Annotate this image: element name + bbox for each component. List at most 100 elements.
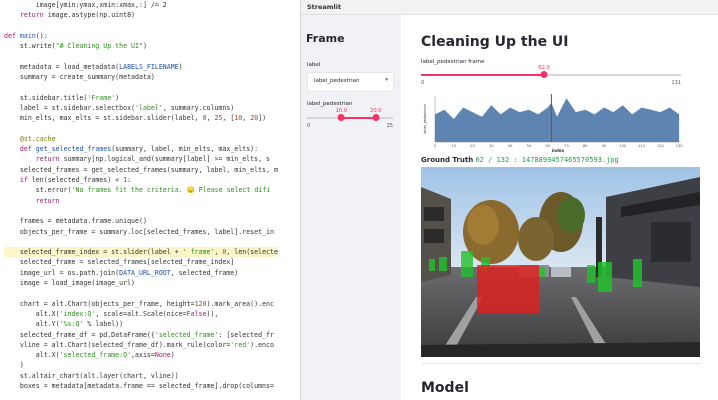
code-token: DATA_URL_ROOT — [119, 268, 171, 277]
code-editor[interactable]: image[ymin:ymax,xmin:xmax,:] /= 2 return… — [0, 0, 301, 400]
code-token: 'red' — [230, 340, 251, 349]
code-line[interactable]: boxes = metadata[metadata.frame == selec… — [4, 381, 278, 391]
code-token: vline = alt.Chart(selected_frame_df).mar… — [4, 340, 231, 349]
area-series — [435, 98, 680, 142]
code-line[interactable]: summary = create_summary(metadata) — [4, 72, 278, 82]
code-line[interactable]: st.write("# Cleaning Up the UI") — [4, 41, 278, 51]
code-token: alt.X( — [4, 309, 60, 318]
code-token: return — [19, 11, 44, 20]
sidebar: Frame label label_pedestrian ▾ label_ped… — [301, 15, 401, 400]
code-line[interactable]: selected_frame = selected_frames[selecte… — [4, 257, 278, 267]
code-line[interactable]: st.error('No frames fit the criteria. 😞 … — [4, 185, 278, 195]
code-token: selected_frame = selected_frames[selecte… — [4, 258, 235, 267]
pedestrian-area-chart: 0 10 20 30 40 50 60 70 80 90 100 110 120 130 index labe… — [423, 94, 684, 153]
label-select-caption: label — [307, 62, 321, 68]
frame-slider-max: 131 — [671, 80, 681, 86]
code-line[interactable]: selected_frame_df = pd.DataFrame({'selec… — [4, 330, 278, 340]
code-token: image.astype(np.uint8) — [43, 11, 136, 20]
code-line[interactable]: vline = alt.Chart(selected_frame_df).mar… — [4, 340, 278, 350]
code-line[interactable]: def main(): — [4, 31, 278, 41]
code-token: )), — [206, 309, 219, 318]
code-line[interactable]: return summary[np.logical_and(summary[la… — [4, 154, 278, 164]
code-line[interactable]: image[ymin:ymax,xmin:xmax,:] /= 2 — [4, 0, 278, 10]
x-tick-label: 60 — [545, 144, 550, 148]
code-token: selected_frames = get_selected_frames(su… — [4, 165, 278, 174]
code-line[interactable]: def get_selected_frames(summary, label, … — [4, 144, 278, 154]
code-line[interactable]: min_elts, max_elts = st.sidebar.slider(l… — [4, 113, 278, 123]
code-text[interactable]: image[ymin:ymax,xmin:xmax,:] /= 2 return… — [4, 0, 278, 391]
code-line[interactable]: frames = metadata.frame.unique() — [4, 216, 278, 226]
code-token: None — [154, 351, 171, 360]
code-token: ) — [170, 351, 175, 360]
code-token: (): — [35, 31, 48, 40]
range-slider[interactable]: 10.0 20.0 0 25 — [307, 108, 393, 133]
code-line[interactable] — [4, 206, 278, 216]
code-line[interactable]: alt.X('selected_frame:Q',axis=None) — [4, 350, 278, 360]
code-line[interactable]: alt.X('index:Q', scale=alt.Scale(nice=Fa… — [4, 309, 278, 319]
code-token: def — [4, 31, 16, 40]
code-line[interactable]: objects_per_frame = summary.loc[selected… — [4, 227, 278, 237]
code-token: summary[np.logical_and(summary[label] >=… — [59, 155, 270, 164]
slider-thumb-high[interactable] — [372, 114, 380, 121]
code-line[interactable] — [4, 237, 278, 247]
code-line[interactable]: alt.Y('%s:Q' % label)) — [4, 319, 278, 329]
code-line[interactable]: selected_frames = get_selected_frames(su… — [4, 165, 278, 175]
code-token: ) — [178, 62, 183, 71]
app-bar-title: Streamlit — [307, 3, 342, 11]
code-line[interactable]: return — [4, 196, 278, 206]
x-tick-label: 10 — [451, 144, 456, 148]
frame-slider[interactable]: 62.0 0 131 — [421, 65, 681, 87]
code-line[interactable]: image = load_image(image_url) — [4, 278, 278, 288]
code-token: label = st.sidebar.selectbox( — [4, 103, 136, 112]
code-token: @st.cache — [4, 134, 56, 143]
code-line[interactable]: chart = alt.Chart(objects_per_frame, hei… — [4, 299, 278, 309]
code-line[interactable]: @st.cache — [4, 134, 278, 144]
code-line[interactable] — [4, 124, 278, 134]
code-token: chart = alt.Chart(objects_per_frame, hei… — [4, 299, 195, 308]
slider-min-label: 0 — [307, 123, 311, 129]
code-token: : [selected_fr — [218, 330, 274, 339]
slider-thumb-low[interactable] — [337, 114, 345, 121]
code-line[interactable] — [4, 288, 278, 298]
code-token: image_url = os.path.join( — [4, 268, 120, 277]
code-line[interactable]: return image.astype(np.uint8) — [4, 10, 278, 20]
x-tick-label: 0 — [434, 144, 437, 148]
code-token: 'selected_frame:Q' — [59, 351, 132, 360]
code-token: (summary, label, min_elts, max_elts): — [111, 145, 259, 154]
code-token: st.altair_chart(alt.layer(chart, vline)) — [4, 371, 179, 380]
code-line[interactable] — [4, 51, 278, 61]
frame-slider-thumb[interactable] — [540, 71, 548, 78]
code-token: ) — [4, 361, 24, 370]
code-token: st.sidebar.title( — [4, 93, 88, 102]
code-line[interactable] — [4, 21, 278, 31]
app-title-bar: Streamlit — [301, 0, 718, 15]
code-line[interactable]: st.sidebar.title('Frame') — [4, 93, 278, 103]
chevron-down-icon[interactable]: ▾ — [385, 77, 388, 83]
frame-slider-fill — [421, 74, 545, 76]
code-line[interactable]: image_url = os.path.join(DATA_URL_ROOT, … — [4, 268, 278, 278]
x-tick-label: 40 — [508, 144, 513, 148]
code-line[interactable]: metadata = load_metadata(LABELS_FILENAME… — [4, 62, 278, 72]
code-line[interactable] — [4, 82, 278, 92]
sidebar-title: Frame — [306, 32, 345, 45]
code-line[interactable]: if len(selected_frames) < 1: — [4, 175, 278, 185]
x-tick-label: 130 — [676, 144, 684, 148]
code-line[interactable]: label = st.sidebar.selectbox('label', su… — [4, 103, 278, 113]
code-token: def — [19, 145, 32, 154]
frame-slider-min: 0 — [421, 80, 425, 86]
code-line[interactable]: selected_frame_index = st.slider(label +… — [4, 247, 278, 258]
code-token: : — [127, 176, 132, 185]
label-selectbox[interactable]: label_pedestrian ▾ — [307, 72, 394, 92]
code-token: "# Cleaning Up the UI" — [55, 42, 143, 51]
code-token: return — [35, 196, 60, 205]
code-token: ' frame' — [182, 248, 215, 257]
code-line[interactable]: ) — [4, 360, 278, 370]
code-token: ).enco — [250, 340, 274, 349]
main-content: Cleaning Up the UI label_pedestrian fram… — [401, 15, 718, 400]
code-line[interactable]: st.altair_chart(alt.layer(chart, vline)) — [4, 371, 278, 381]
code-token: , len(selecte — [226, 248, 278, 257]
section-divider — [421, 363, 700, 364]
